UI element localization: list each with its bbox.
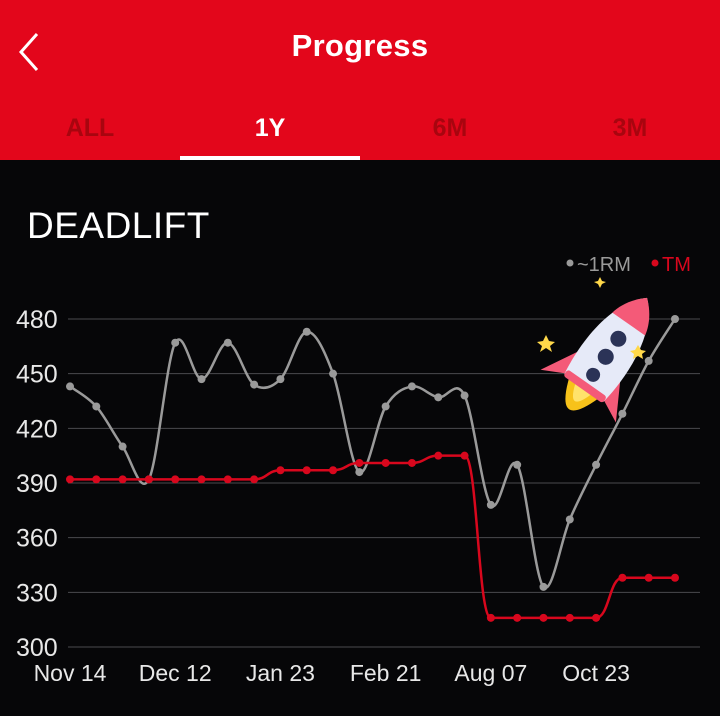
data-point-tm [513,613,522,622]
data-point-1rm [355,468,364,477]
data-point-1rm [302,327,311,336]
tab-3m[interactable]: 3M [540,100,720,160]
data-point-tm [644,573,653,582]
data-point-tm [671,573,679,582]
data-point-1rm [381,402,390,411]
data-point-tm [355,458,364,467]
data-point-1rm [592,460,601,469]
data-point-tm [565,613,574,622]
y-tick-label: 300 [16,634,58,662]
data-point-tm [197,475,206,484]
data-point-1rm [171,338,180,347]
y-tick-label: 360 [16,525,58,553]
page-title: Progress [291,28,429,63]
data-point-1rm [460,391,469,400]
data-point-1rm [513,460,522,469]
data-point-tm [171,475,180,484]
data-point-1rm [434,393,443,402]
y-tick-label: 330 [16,579,58,607]
data-point-tm [381,458,390,467]
data-point-tm [276,466,285,475]
data-point-tm [223,475,232,484]
data-point-tm [618,573,627,582]
x-tick-label: Oct 23 [562,660,630,686]
app-header: Progress ALL 1Y 6M 3M [0,0,720,160]
data-point-tm [302,466,311,475]
data-point-1rm [66,382,74,391]
range-tabs: ALL 1Y 6M 3M [0,100,720,160]
data-point-tm [539,613,548,622]
x-tick-label: Feb 21 [350,660,422,686]
series-line-tm [70,454,675,620]
data-point-1rm [539,582,548,591]
data-point-1rm [565,515,574,524]
tab-6m[interactable]: 6M [360,100,540,160]
tab-all[interactable]: ALL [0,100,180,160]
y-tick-label: 390 [16,470,58,498]
y-tick-label: 420 [16,415,58,443]
legend-label: TM [662,254,691,276]
data-point-tm [407,458,416,467]
x-tick-label: Jan 23 [246,660,315,686]
data-point-tm [250,475,259,484]
data-point-tm [329,466,338,475]
legend-marker [651,259,659,267]
data-point-1rm [329,369,338,378]
x-tick-label: Dec 12 [139,660,212,686]
data-point-tm [592,613,601,622]
data-point-1rm [486,500,495,509]
x-tick-label: Aug 07 [454,660,527,686]
data-point-tm [486,613,495,622]
data-point-1rm [250,380,259,389]
data-point-1rm [407,382,416,391]
data-point-1rm [276,375,285,384]
data-point-tm [434,451,443,460]
y-tick-label: 450 [16,361,58,389]
data-point-tm [92,475,101,484]
data-point-tm [144,475,153,484]
data-point-1rm [118,442,127,451]
x-tick-label: Nov 14 [34,660,107,686]
data-point-tm [118,475,127,484]
data-point-1rm [197,375,206,384]
data-point-tm [460,451,469,460]
data-point-1rm [92,402,101,411]
y-tick-label: 480 [16,306,58,334]
tab-1y[interactable]: 1Y [180,100,360,160]
legend-marker [566,259,574,267]
legend-label: ~1RM [577,254,631,276]
rocket-icon [537,277,650,423]
data-point-1rm [223,338,232,347]
data-point-tm [66,475,74,484]
